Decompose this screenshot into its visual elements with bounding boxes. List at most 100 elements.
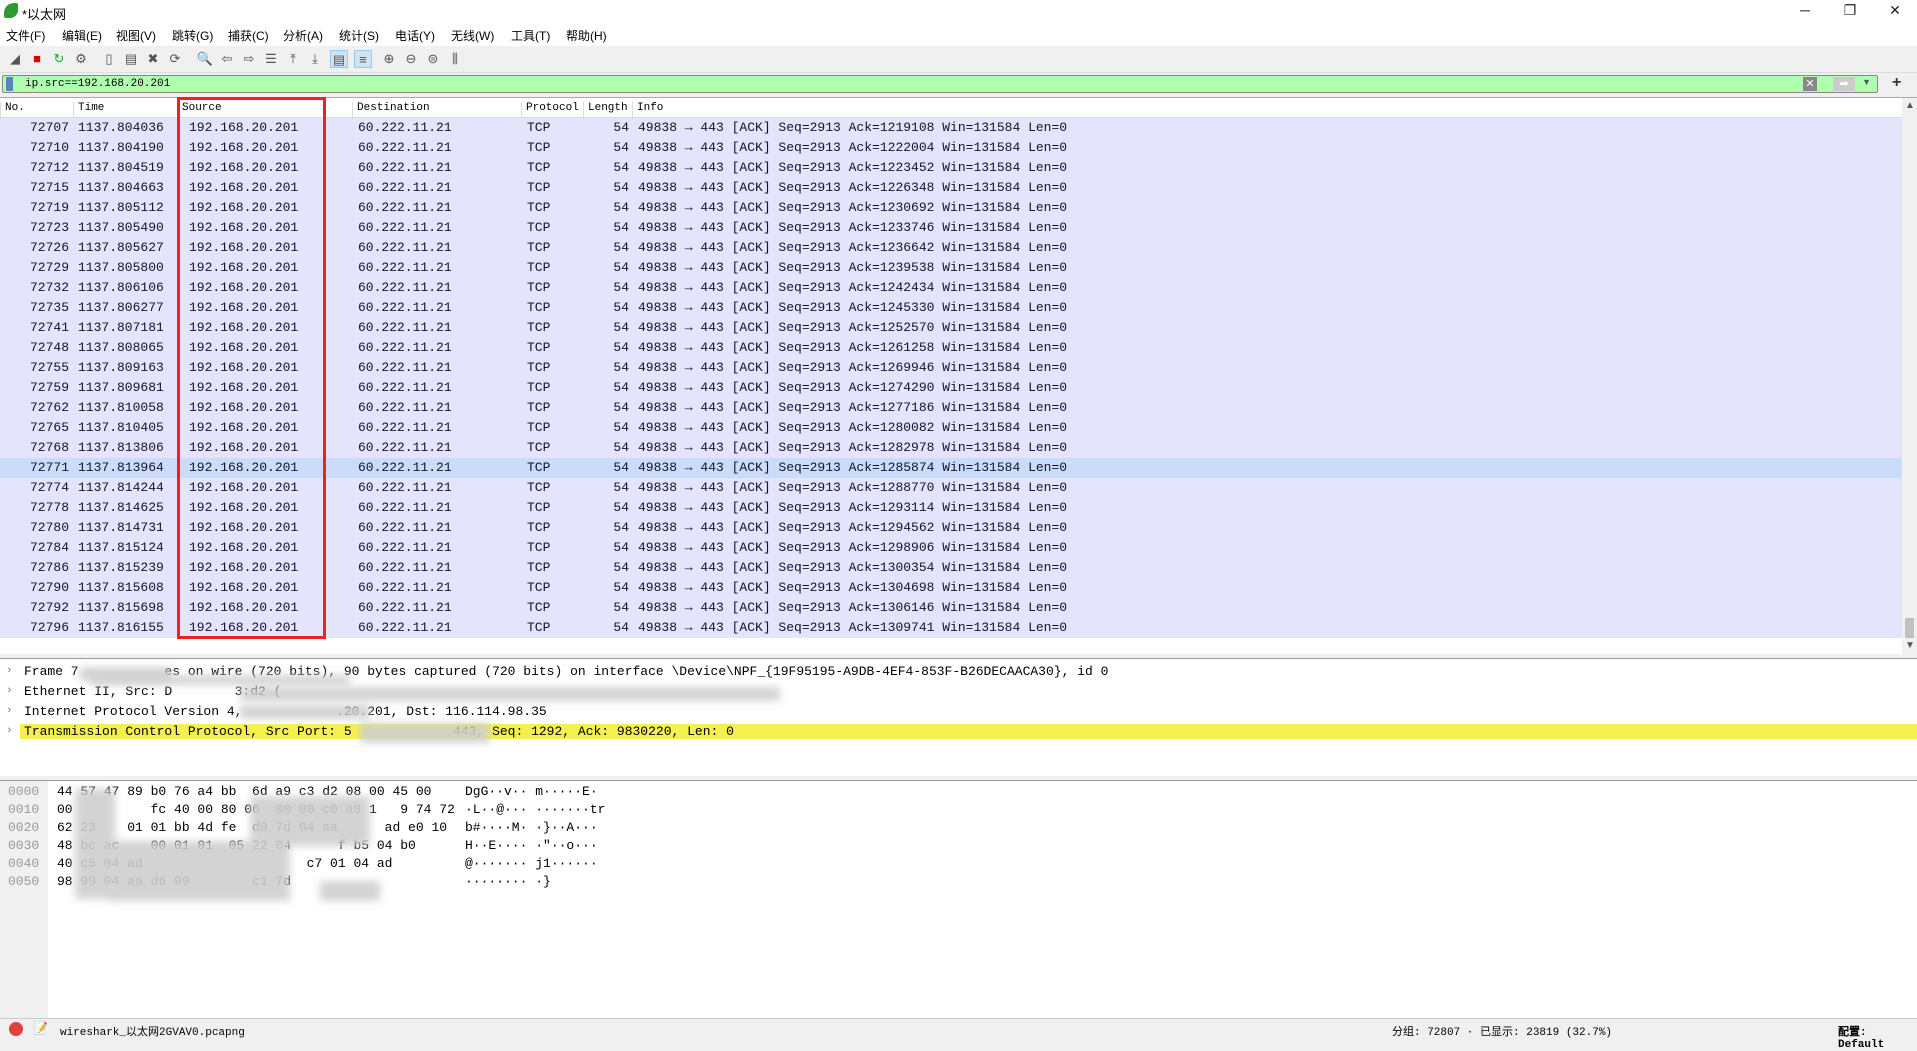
- capture-options-icon[interactable]: ⚙: [72, 50, 90, 68]
- resize-columns-icon[interactable]: ⫼: [446, 50, 464, 68]
- packet-row[interactable]: 72710 1137.804190 192.168.20.201 60.222.11.…: [0, 138, 1902, 158]
- redaction-blur: [360, 723, 490, 743]
- clear-filter-icon[interactable]: ✕: [1803, 77, 1817, 91]
- apply-filter-icon[interactable]: ➡: [1833, 77, 1855, 91]
- close-file-icon[interactable]: ✖: [144, 50, 162, 68]
- add-filter-button[interactable]: +: [1892, 74, 1901, 92]
- restart-capture-icon[interactable]: ↻: [50, 50, 68, 68]
- cell-no: 72774: [29, 480, 69, 495]
- cell-info: 49838 → 443 [ACK] Seq=2913 Ack=1223452 W…: [638, 160, 1068, 175]
- scroll-thumb[interactable]: [1905, 618, 1914, 638]
- last-packet-icon[interactable]: ⤓: [306, 50, 324, 68]
- packet-row[interactable]: 72707 1137.804036 192.168.20.201 60.222.11.…: [0, 118, 1902, 138]
- menu-item[interactable]: 捕获(C): [228, 27, 269, 44]
- scroll-down-icon[interactable]: ▼: [1905, 640, 1915, 651]
- go-back-icon[interactable]: ⇦: [218, 50, 236, 68]
- auto-scroll-icon[interactable]: ▤: [330, 50, 348, 68]
- profile-label[interactable]: 配置: Default: [1838, 1023, 1917, 1051]
- colorize-icon[interactable]: ≡: [354, 50, 372, 68]
- shark-fin-start-icon[interactable]: ◢: [6, 50, 24, 68]
- detail-tree-item[interactable]: › Transmission Control Protocol, Src Port…: [0, 722, 1917, 742]
- packet-row[interactable]: 72712 1137.804519 192.168.20.201 60.222.11.…: [0, 158, 1902, 178]
- expand-chevron-icon[interactable]: ›: [6, 685, 13, 697]
- packet-row[interactable]: 72729 1137.805800 192.168.20.201 60.222.11.…: [0, 258, 1902, 278]
- minimize-button[interactable]: ─: [1785, 2, 1825, 18]
- menu-item[interactable]: 视图(V): [116, 27, 156, 44]
- packet-row[interactable]: 72748 1137.808065 192.168.20.201 60.222.11.…: [0, 338, 1902, 358]
- menu-item[interactable]: 跳转(G): [172, 27, 213, 44]
- hex-offset: 0000: [8, 784, 40, 799]
- packet-row[interactable]: 72778 1137.814625 192.168.20.201 60.222.11.…: [0, 498, 1902, 518]
- packet-row[interactable]: 72774 1137.814244 192.168.20.201 60.222.11.…: [0, 478, 1902, 498]
- packet-row[interactable]: 72768 1137.813806 192.168.20.201 60.222.11.…: [0, 438, 1902, 458]
- packet-row[interactable]: 72719 1137.805112 192.168.20.201 60.222.11.…: [0, 198, 1902, 218]
- packet-row[interactable]: 72732 1137.806106 192.168.20.201 60.222.11.…: [0, 278, 1902, 298]
- packet-row[interactable]: 72796 1137.816155 192.168.20.201 60.222.11.…: [0, 618, 1902, 638]
- stop-capture-icon[interactable]: ■: [28, 50, 46, 68]
- cell-no: 72755: [29, 360, 69, 375]
- filter-value[interactable]: ip.src==192.168.20.201: [25, 78, 170, 90]
- cell-length: 54: [613, 240, 629, 255]
- go-forward-icon[interactable]: ⇨: [240, 50, 258, 68]
- packet-row[interactable]: 72771 1137.813964 192.168.20.201 60.222.11.…: [0, 458, 1902, 478]
- expand-chevron-icon[interactable]: ›: [6, 665, 13, 677]
- cell-length: 54: [613, 180, 629, 195]
- expand-chevron-icon[interactable]: ›: [6, 725, 13, 737]
- packet-row[interactable]: 72786 1137.815239 192.168.20.201 60.222.11.…: [0, 558, 1902, 578]
- zoom-in-icon[interactable]: ⊕: [380, 50, 398, 68]
- cell-info: 49838 → 443 [ACK] Seq=2913 Ack=1269946 W…: [638, 360, 1068, 375]
- cell-protocol: TCP: [527, 220, 551, 235]
- find-packet-icon[interactable]: 🔍: [196, 50, 214, 68]
- packet-list-scrollbar[interactable]: ▲ ▼: [1902, 98, 1917, 655]
- packet-counts: 分组: 72807 · 已显示: 23819 (32.7%): [1392, 1027, 1613, 1039]
- packet-row[interactable]: 72755 1137.809163 192.168.20.201 60.222.11.…: [0, 358, 1902, 378]
- expand-chevron-icon[interactable]: ›: [6, 705, 13, 717]
- menu-item[interactable]: 电话(Y): [395, 27, 435, 44]
- packet-row[interactable]: 72792 1137.815698 192.168.20.201 60.222.11.…: [0, 598, 1902, 618]
- menu-item[interactable]: 文件(F): [6, 27, 45, 44]
- packet-row[interactable]: 72762 1137.810058 192.168.20.201 60.222.11.…: [0, 398, 1902, 418]
- packet-row[interactable]: 72780 1137.814731 192.168.20.201 60.222.11.…: [0, 518, 1902, 538]
- cell-no: 72759: [29, 380, 69, 395]
- packet-row[interactable]: 72759 1137.809681 192.168.20.201 60.222.11.…: [0, 378, 1902, 398]
- go-to-packet-icon[interactable]: ☰: [262, 50, 280, 68]
- menu-item[interactable]: 统计(S): [339, 27, 379, 44]
- restore-button[interactable]: ❐: [1830, 2, 1870, 19]
- scroll-up-icon[interactable]: ▲: [1905, 100, 1915, 111]
- menu-item[interactable]: 无线(W): [451, 27, 494, 44]
- hex-offset: 0050: [8, 874, 40, 889]
- packet-row[interactable]: 72726 1137.805627 192.168.20.201 60.222.11.…: [0, 238, 1902, 258]
- detail-text: Transmission Control Protocol, Src Port:…: [20, 724, 1917, 739]
- cell-length: 54: [613, 300, 629, 315]
- packet-row[interactable]: 72784 1137.815124 192.168.20.201 60.222.11.…: [0, 538, 1902, 558]
- bookmark-icon[interactable]: [6, 77, 13, 91]
- display-filter-input[interactable]: ip.src==192.168.20.201 ✕ ➡ ▼: [2, 75, 1878, 93]
- menu-item[interactable]: 帮助(H): [566, 27, 607, 44]
- cell-destination: 60.222.11.21: [358, 340, 452, 355]
- normal-size-icon[interactable]: ⊜: [424, 50, 442, 68]
- cell-destination: 60.222.11.21: [358, 520, 452, 535]
- zoom-out-icon[interactable]: ⊖: [402, 50, 420, 68]
- close-button[interactable]: ✕: [1875, 2, 1915, 19]
- open-file-icon[interactable]: ▯: [100, 50, 118, 68]
- cell-info: 49838 → 443 [ACK] Seq=2913 Ack=1309741 W…: [638, 620, 1068, 635]
- menu-item[interactable]: 编辑(E): [62, 27, 102, 44]
- cell-info: 49838 → 443 [ACK] Seq=2913 Ack=1245330 W…: [638, 300, 1068, 315]
- first-packet-icon[interactable]: ⤒: [284, 50, 302, 68]
- edit-comment-icon[interactable]: 📝: [33, 1021, 48, 1035]
- packet-row[interactable]: 72790 1137.815608 192.168.20.201 60.222.11.…: [0, 578, 1902, 598]
- cell-length: 54: [613, 500, 629, 515]
- packet-row[interactable]: 72715 1137.804663 192.168.20.201 60.222.11.…: [0, 178, 1902, 198]
- packet-row[interactable]: 72723 1137.805490 192.168.20.201 60.222.11.…: [0, 218, 1902, 238]
- cell-no: 72768: [29, 440, 69, 455]
- menu-item[interactable]: 工具(T): [511, 27, 550, 44]
- filter-dropdown-icon[interactable]: ▼: [1862, 77, 1871, 87]
- packet-row[interactable]: 72765 1137.810405 192.168.20.201 60.222.11.…: [0, 418, 1902, 438]
- cell-time: 1137.809163: [78, 360, 164, 375]
- reload-file-icon[interactable]: ⟳: [166, 50, 184, 68]
- save-file-icon[interactable]: ▤: [122, 50, 140, 68]
- cell-source: 192.168.20.201: [189, 620, 299, 635]
- packet-row[interactable]: 72735 1137.806277 192.168.20.201 60.222.11.…: [0, 298, 1902, 318]
- packet-row[interactable]: 72741 1137.807181 192.168.20.201 60.222.11.…: [0, 318, 1902, 338]
- menu-item[interactable]: 分析(A): [283, 27, 323, 44]
